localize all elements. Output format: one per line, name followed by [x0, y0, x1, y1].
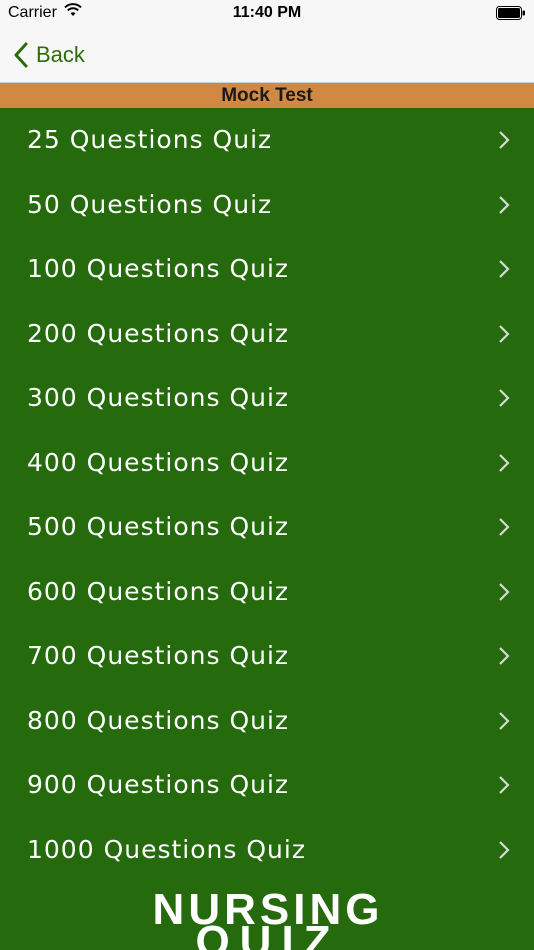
list-item-label: 300 Questions Quiz	[27, 383, 290, 412]
status-bar: Carrier 11:40 PM	[0, 0, 534, 28]
logo-line-2: QUIZ	[195, 917, 340, 950]
list-item-label: 800 Questions Quiz	[27, 705, 290, 735]
back-button[interactable]: Back	[14, 40, 85, 70]
list-item[interactable]: 50 Questions Quiz	[0, 177, 534, 242]
list-item-label: 200 Questions Quiz	[27, 318, 290, 348]
list-item[interactable]: 700 Questions Quiz	[0, 628, 534, 693]
chevron-right-icon	[499, 324, 510, 343]
list-item[interactable]: 600 Questions Quiz	[0, 564, 534, 629]
chevron-right-icon	[499, 260, 510, 278]
chevron-right-icon	[499, 518, 510, 536]
chevron-right-icon	[499, 453, 510, 472]
list-item[interactable]: 400 Questions Quiz	[0, 435, 534, 500]
list-item-label: 500 Questions Quiz	[27, 512, 290, 541]
chevron-right-icon	[499, 195, 510, 214]
chevron-right-icon	[499, 582, 510, 601]
list-item[interactable]: 300 Questions Quiz	[0, 370, 534, 435]
list-item[interactable]: 200 Questions Quiz	[0, 306, 534, 371]
list-item-label: 100 Questions Quiz	[27, 254, 290, 283]
list-item[interactable]: 1000 Questions Quiz	[0, 822, 534, 887]
list-item[interactable]: 25 Questions Quiz	[0, 112, 534, 177]
list-item-label: 25 Questions Quiz	[27, 125, 273, 154]
section-header: Mock Test	[0, 83, 534, 108]
chevron-right-icon	[499, 131, 510, 149]
list-item-label: 700 Questions Quiz	[27, 641, 290, 670]
list-item-label: 50 Questions Quiz	[27, 189, 273, 219]
list-item-label: 400 Questions Quiz	[27, 447, 290, 477]
chevron-right-icon	[499, 389, 510, 407]
list-item-label: 900 Questions Quiz	[27, 770, 290, 799]
chevron-right-icon	[499, 840, 510, 859]
navigation-bar: Back	[0, 28, 534, 83]
list-item[interactable]: 100 Questions Quiz	[0, 241, 534, 306]
battery-icon	[496, 6, 525, 20]
chevron-right-icon	[499, 776, 510, 794]
list-item[interactable]: 500 Questions Quiz	[0, 499, 534, 564]
back-label: Back	[36, 42, 85, 67]
chevron-right-icon	[499, 711, 510, 730]
clock: 11:40 PM	[232, 4, 302, 21]
list-item[interactable]: 900 Questions Quiz	[0, 757, 534, 822]
list-item-label: 1000 Questions Quiz	[27, 834, 306, 864]
chevron-left-icon	[14, 42, 28, 68]
quiz-list: 25 Questions Quiz 50 Questions Quiz 100 Qu…	[0, 112, 534, 886]
chevron-right-icon	[499, 647, 510, 665]
nursing-quiz-logo: NURSING QUIZ	[153, 885, 380, 950]
list-item-label: 600 Questions Quiz	[27, 576, 290, 606]
list-item[interactable]: 800 Questions Quiz	[0, 693, 534, 758]
